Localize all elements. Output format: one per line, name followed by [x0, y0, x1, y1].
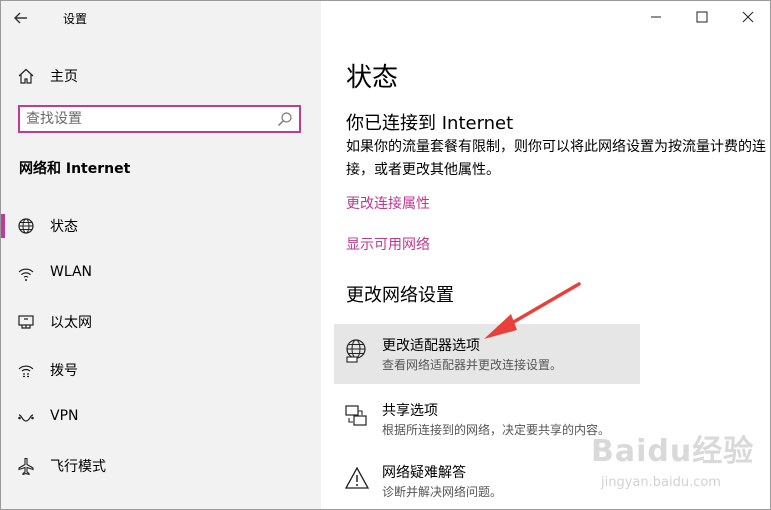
sidebar-item-status[interactable]: 状态	[1, 206, 321, 246]
sidebar: 设置 主页 网络和 Internet 状态	[1, 1, 321, 509]
watermark-brand: Baidu经验	[591, 434, 755, 469]
sidebar-item-label: 以太网	[50, 315, 92, 331]
sidebar-item-vpn[interactable]: VPN	[1, 398, 321, 438]
selected-indicator	[1, 214, 5, 238]
annotation-arrow-icon	[484, 282, 581, 339]
sidebar-item-label: 主页	[50, 69, 78, 85]
status-heading: 你已连接到 Internet	[346, 113, 514, 134]
option-subtitle: 根据所连接到的网络，决定要共享的内容。	[382, 423, 611, 437]
globe-icon	[18, 218, 34, 234]
airplane-icon	[18, 457, 34, 475]
sidebar-item-label: 状态	[50, 219, 78, 235]
sidebar-item-ethernet[interactable]: 以太网	[1, 302, 321, 342]
change-network-settings-heading: 更改网络设置	[346, 285, 454, 306]
ethernet-icon	[18, 315, 34, 329]
maximize-button[interactable]	[687, 7, 717, 29]
watermark: Baidu经验 jingyan.baidu.com	[591, 421, 766, 501]
sidebar-item-wlan[interactable]: WLAN	[1, 254, 321, 294]
close-icon	[742, 11, 754, 23]
dialup-icon	[18, 365, 34, 378]
wifi-icon	[18, 268, 34, 281]
back-button[interactable]	[13, 6, 39, 30]
show-available-networks-link[interactable]: 显示可用网络	[346, 234, 430, 254]
minimize-button[interactable]	[641, 7, 671, 29]
option-title: 更改适配器选项	[382, 338, 480, 354]
app-title: 设置	[63, 12, 88, 26]
section-title: 网络和 Internet	[19, 161, 131, 177]
maximize-icon	[696, 11, 708, 23]
search-box[interactable]	[18, 105, 301, 133]
watermark-url: jingyan.baidu.com	[601, 475, 721, 490]
vpn-icon	[18, 414, 34, 422]
settings-window: 设置 主页 网络和 Internet 状态	[0, 0, 771, 510]
sidebar-item-dialup[interactable]: 拨号	[1, 350, 321, 390]
option-title: 共享选项	[382, 403, 438, 419]
sidebar-item-home[interactable]: 主页	[1, 61, 321, 89]
search-input[interactable]	[26, 110, 266, 128]
option-subtitle: 诊断并解决网络问题。	[382, 485, 503, 499]
sharing-icon	[345, 405, 367, 426]
sidebar-item-label: 拨号	[50, 363, 78, 379]
option-subtitle: 查看网络适配器并更改连接设置。	[382, 358, 563, 372]
home-icon	[18, 68, 34, 84]
change-connection-properties-link[interactable]: 更改连接属性	[346, 193, 430, 213]
sidebar-item-label: WLAN	[50, 264, 93, 280]
close-button[interactable]	[733, 7, 763, 29]
warning-icon	[344, 466, 370, 489]
search-icon[interactable]	[277, 111, 293, 127]
sidebar-item-label: VPN	[50, 408, 79, 424]
back-arrow-icon	[14, 12, 27, 24]
sidebar-item-airplane[interactable]: 飞行模式	[1, 446, 321, 486]
minimize-icon	[651, 16, 661, 18]
status-description: 如果你的流量套餐有限制，则你可以将此网络设置为按流量计费的连接，或者更改其他属性…	[346, 139, 766, 178]
adapter-icon	[346, 339, 366, 363]
option-title: 网络疑难解答	[382, 465, 466, 481]
page-title: 状态	[346, 63, 399, 93]
sidebar-item-label: 飞行模式	[50, 459, 106, 475]
